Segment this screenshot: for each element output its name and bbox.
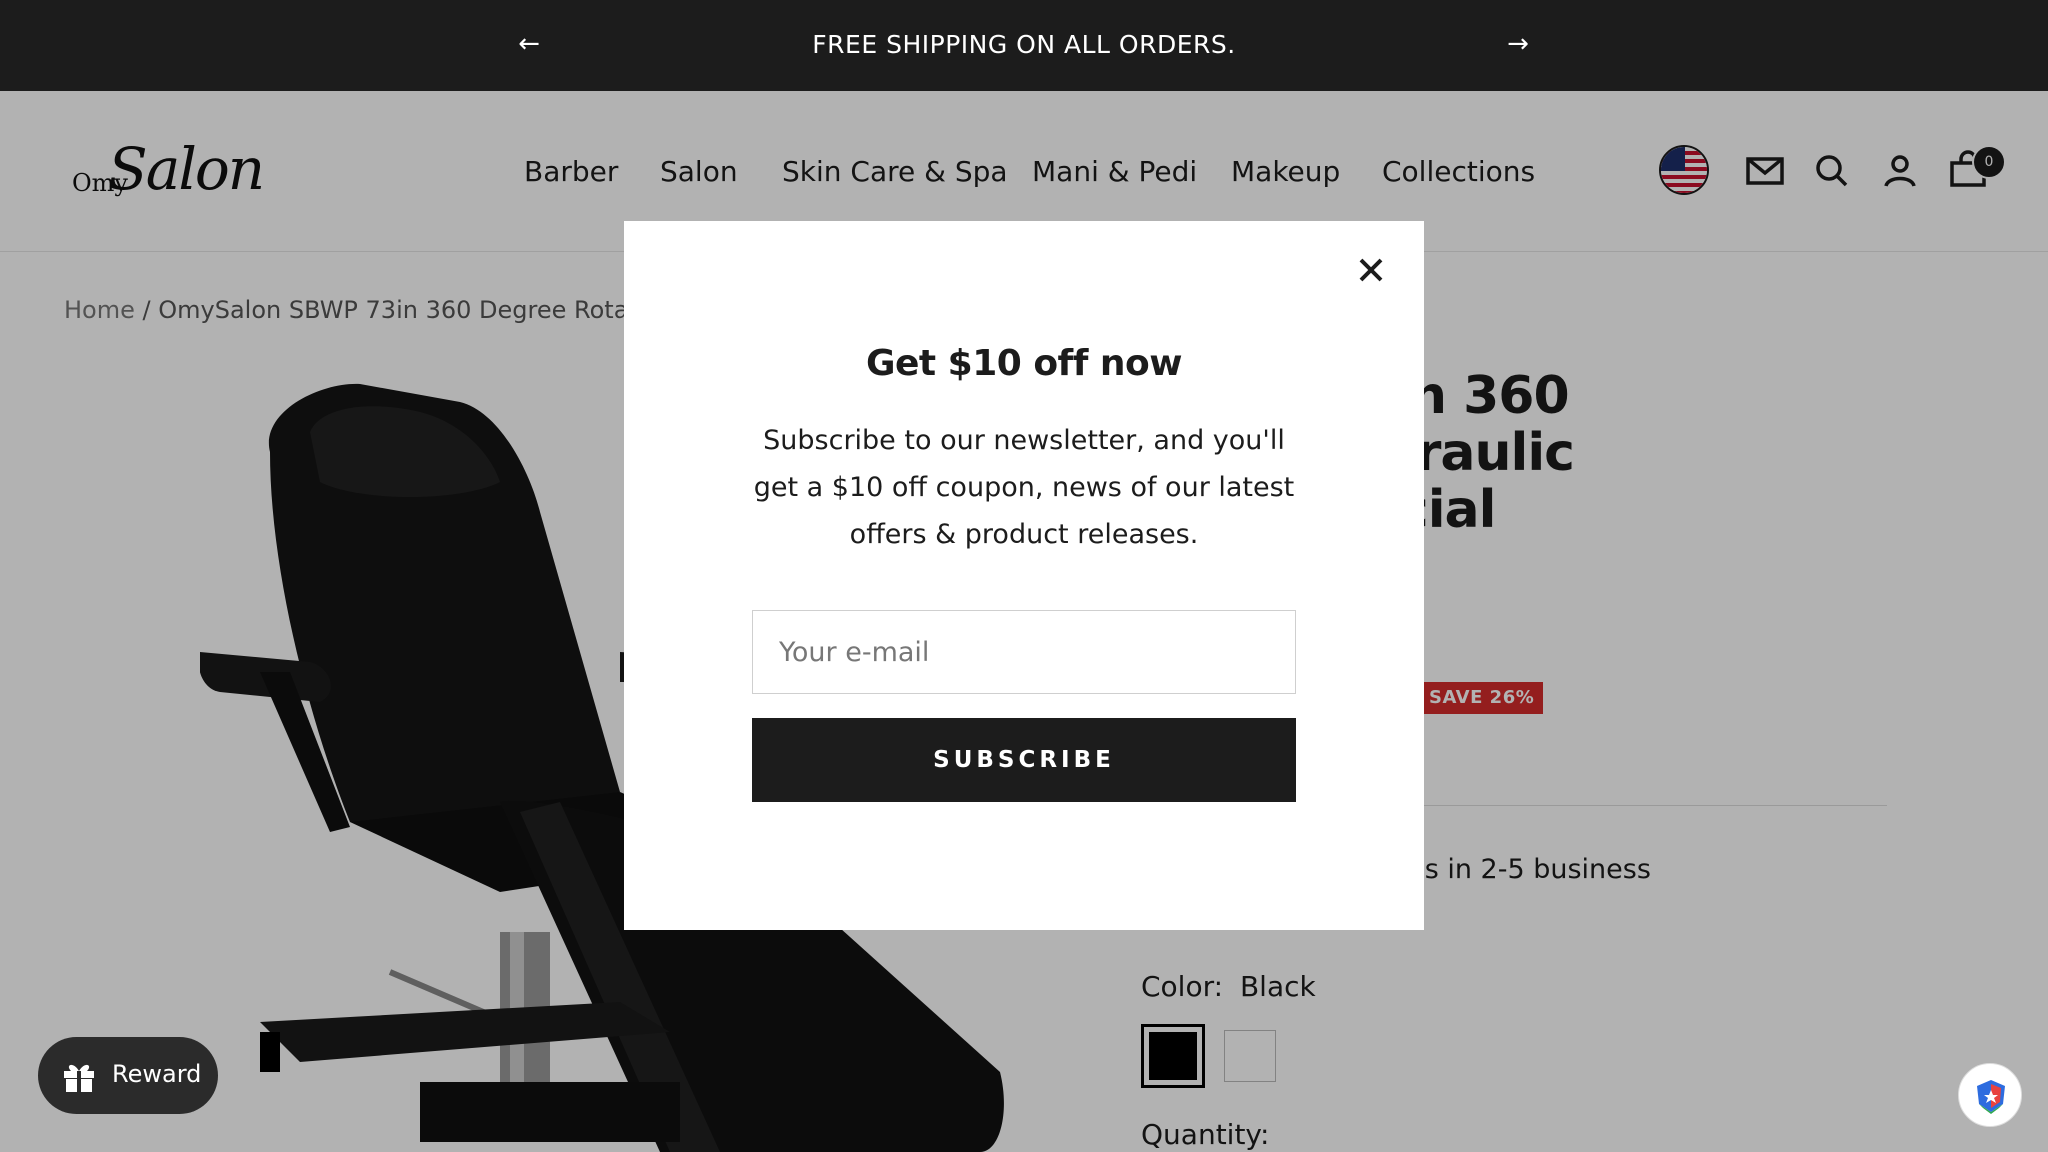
modal-body-text: Subscribe to our newsletter, and you'll … — [753, 425, 1295, 550]
reward-label: Reward — [112, 1060, 202, 1088]
gift-icon — [64, 1064, 94, 1092]
reward-button[interactable]: Reward — [38, 1037, 218, 1114]
close-icon[interactable] — [1354, 253, 1388, 287]
announcement-next-arrow-icon[interactable]: → — [1503, 29, 1533, 59]
email-input[interactable] — [752, 610, 1296, 694]
modal-heading: Get $10 off now — [865, 343, 1183, 384]
announcement-bar: ← FREE SHIPPING ON ALL ORDERS. → — [0, 0, 2048, 91]
newsletter-modal: Get $10 off now Subscribe to our newslet… — [624, 221, 1424, 930]
shield-badge-icon[interactable] — [1958, 1063, 2022, 1127]
announcement-text: FREE SHIPPING ON ALL ORDERS. — [812, 30, 1236, 59]
subscribe-button[interactable]: SUBSCRIBE — [752, 718, 1296, 802]
